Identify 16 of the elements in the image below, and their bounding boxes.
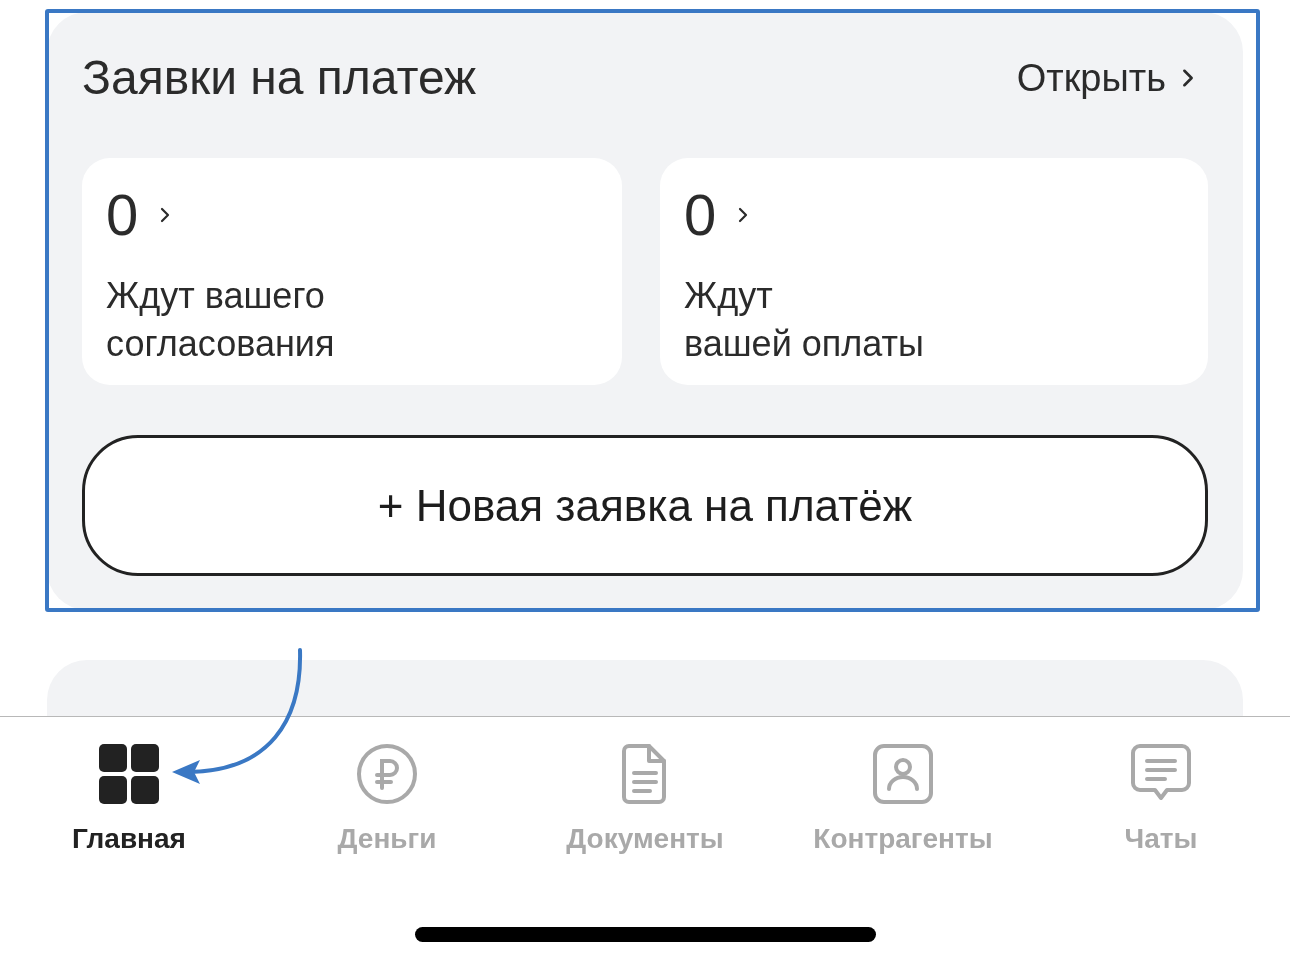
- counter-value: 0: [106, 186, 139, 244]
- counter-label: Ждут вашего согласования: [106, 274, 336, 366]
- card-title: Заявки на платеж: [82, 54, 477, 102]
- chevron-icon: [160, 205, 171, 225]
- counter-tile[interactable]: 0 Ждут вашей оплаты: [660, 158, 1208, 385]
- chevron-icon: [1182, 67, 1194, 89]
- new-request-button[interactable]: + Новая заявка на платёж: [82, 435, 1208, 576]
- chevron-icon: [738, 205, 749, 225]
- counter-tile[interactable]: 0 Ждут вашего согласования: [82, 158, 622, 385]
- counter-value: 0: [684, 186, 717, 244]
- tab-bar-item[interactable]: Главная: [0, 743, 258, 853]
- ruble-icon: [356, 743, 418, 805]
- person-card-icon: [872, 743, 934, 805]
- open-link[interactable]: Открыть: [1016, 59, 1194, 97]
- grid-icon: [98, 743, 160, 805]
- counter-label: Ждут вашей оплаты: [684, 274, 925, 366]
